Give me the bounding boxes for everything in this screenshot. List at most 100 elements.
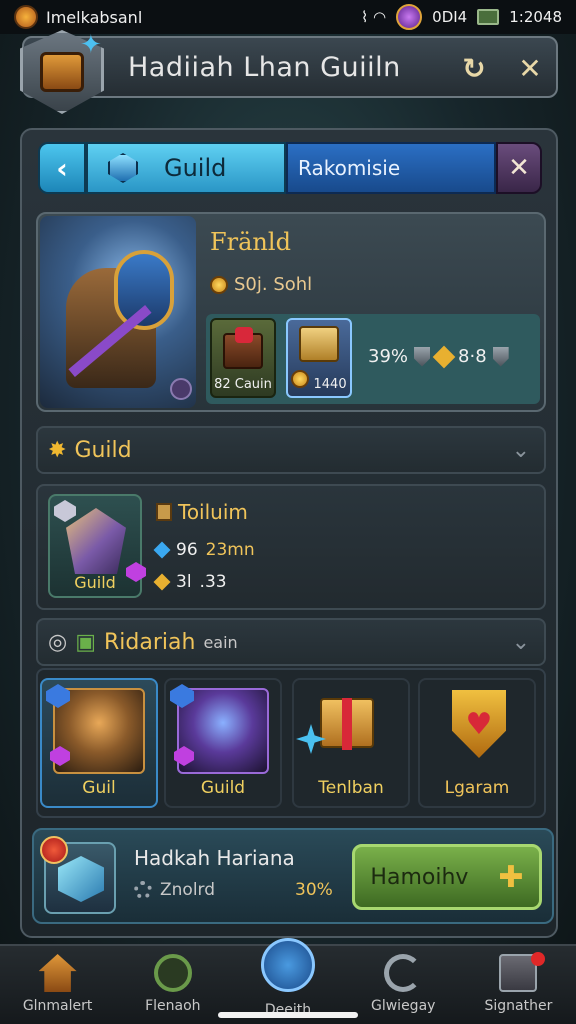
shield-icon xyxy=(414,346,431,367)
reward-item[interactable]: ♥ Lgaram xyxy=(418,678,536,808)
event-icon-tile[interactable] xyxy=(40,836,116,914)
clock: 1:2048 xyxy=(509,8,562,26)
item-slot-chest[interactable]: 82 Cauin xyxy=(210,318,276,398)
item-slot-gift-label: 1440 xyxy=(291,370,347,392)
star-icon: ✦ xyxy=(80,30,102,60)
diamond-icon xyxy=(153,541,171,559)
resource-stat-gold-a: 3l xyxy=(176,572,192,592)
coin-icon xyxy=(210,275,228,294)
tab-guild[interactable]: Guild xyxy=(86,142,286,194)
battery-icon xyxy=(477,9,500,25)
guild-section-header[interactable]: ✸ Guild ⌄ xyxy=(36,426,546,474)
reward-label: Guil xyxy=(82,778,116,798)
notification-icon xyxy=(396,4,423,30)
resource-stat-gold-b: .33 xyxy=(199,572,227,592)
guild-resource-card: Guild Toiluim 96 23mn 3l .33 xyxy=(36,484,546,610)
home-indicator[interactable] xyxy=(218,1012,358,1018)
badge-icon xyxy=(40,836,68,864)
tab-ranking-label: Rakomisie xyxy=(298,156,401,180)
close-icon: ✕ xyxy=(508,153,530,183)
resource-title: Toiluim xyxy=(156,500,248,524)
chevron-left-icon: ‹ xyxy=(56,151,68,185)
network-text: 0DI4 xyxy=(432,8,468,26)
rewards-section-title: Ridariah xyxy=(104,629,196,655)
page-title: Hadiiah Lhan Guiiln xyxy=(128,51,401,83)
gem-icon xyxy=(126,562,146,582)
tab-ranking[interactable]: Rakomisie xyxy=(286,142,496,194)
settings-icon: ◎ xyxy=(48,629,68,655)
box-icon xyxy=(156,503,172,521)
plus-icon: ✚ xyxy=(498,859,524,895)
status-app-name: Imelkabsanl xyxy=(46,7,143,27)
profile-stats: 82 Cauin 1440 39% 8·8 xyxy=(206,314,540,404)
item-slot-gift-value: 1440 xyxy=(313,377,347,392)
crystal-icon xyxy=(66,508,126,574)
event-button-label: Hamoihv xyxy=(370,864,469,890)
back-button[interactable]: ‹ xyxy=(38,142,86,194)
reward-label: Lgaram xyxy=(444,778,510,798)
nav-item-refresh[interactable]: Glwiegay xyxy=(346,946,461,1024)
event-subtitle: Znolrd 30% xyxy=(134,880,333,900)
item-slot-chest-label: 82 Cauin xyxy=(214,377,272,392)
resource-stat-blue-a: 96 xyxy=(176,540,198,560)
rewards-section-header[interactable]: ◎ ▣ Ridariah eain ⌄ xyxy=(36,618,546,666)
profile-stat-values: 39% 8·8 xyxy=(368,345,509,368)
profile-subtitle: S0j. Sohl xyxy=(210,274,312,295)
resource-title-text: Toiluim xyxy=(178,500,248,524)
close-button[interactable]: ✕ xyxy=(512,50,548,86)
heart-shield-icon: ♥ xyxy=(452,690,506,758)
nav-item-home[interactable]: Glnmalert xyxy=(0,946,115,1024)
resource-stat-blue-b: 23mn xyxy=(205,540,255,560)
main-panel: ‹ Guild Rakomisie ✕ Fränld S0j. Sohl 82 … xyxy=(20,128,558,938)
close-icon: ✕ xyxy=(518,51,542,85)
reward-item[interactable]: Tenlban xyxy=(292,678,410,808)
status-bar: Imelkabsanl ⌇ ◠ 0DI4 1:2048 xyxy=(0,0,576,34)
refresh-button[interactable]: ↻ xyxy=(456,50,492,86)
cube-icon xyxy=(58,856,104,902)
nav-label: Flenaoh xyxy=(145,998,201,1014)
hero-portrait[interactable] xyxy=(40,216,196,408)
reward-item[interactable]: Guil xyxy=(40,678,158,808)
reward-item[interactable]: Guild xyxy=(164,678,282,808)
home-icon xyxy=(38,954,77,992)
nav-label: Signather xyxy=(484,998,553,1014)
nav-item-signal[interactable]: Signather xyxy=(461,946,576,1024)
stat-value: 8·8 xyxy=(458,346,487,367)
app-icon xyxy=(14,5,38,29)
nav-label: Glwiegay xyxy=(370,998,436,1014)
chevron-down-icon: ⌄ xyxy=(511,630,530,655)
nav-label: Glnmalert xyxy=(22,998,93,1014)
profile-sub-text: S0j. Sohl xyxy=(234,274,313,295)
guild-section-title: Guild xyxy=(74,437,132,463)
resource-stat-blue: 96 23mn xyxy=(153,540,255,560)
reward-label: Tenlban xyxy=(318,778,384,798)
chest-icon xyxy=(40,52,84,92)
gem-icon xyxy=(108,153,138,183)
coin-icon xyxy=(291,370,310,388)
shield-icon xyxy=(492,346,509,367)
guild-icon-tile[interactable]: Guild xyxy=(48,494,146,598)
notification-badge xyxy=(530,952,545,966)
gold-diamond-icon xyxy=(153,573,171,591)
item-slot-gift[interactable]: 1440 xyxy=(286,318,352,398)
profile-name: Fränld xyxy=(210,228,291,256)
star-icon: ✸ xyxy=(48,437,67,463)
wifi-icon: ⌇ ◠ xyxy=(360,8,387,26)
rewards-section-suffix: eain xyxy=(203,632,238,652)
gold-icon xyxy=(432,345,456,368)
event-action-button[interactable]: Hamoihv ✚ xyxy=(352,844,542,910)
chest-icon xyxy=(223,327,263,369)
rank-badge-icon xyxy=(170,378,192,400)
tab-close-button[interactable]: ✕ xyxy=(496,142,542,194)
chevron-down-icon: ⌄ xyxy=(511,438,530,463)
status-right: ⌇ ◠ 0DI4 1:2048 xyxy=(361,4,562,30)
nav-item-heroes[interactable]: Flenaoh xyxy=(115,946,230,1024)
gem-icon xyxy=(54,500,76,522)
reward-label: Guild xyxy=(200,778,246,798)
gear-icon xyxy=(134,881,152,899)
event-title: Hadkah Hariana xyxy=(134,846,295,870)
gift-icon xyxy=(320,698,374,750)
guild-icon-label: Guild xyxy=(74,573,116,592)
bag-icon: ▣ xyxy=(75,629,96,655)
tab-guild-label: Guild xyxy=(164,154,227,182)
